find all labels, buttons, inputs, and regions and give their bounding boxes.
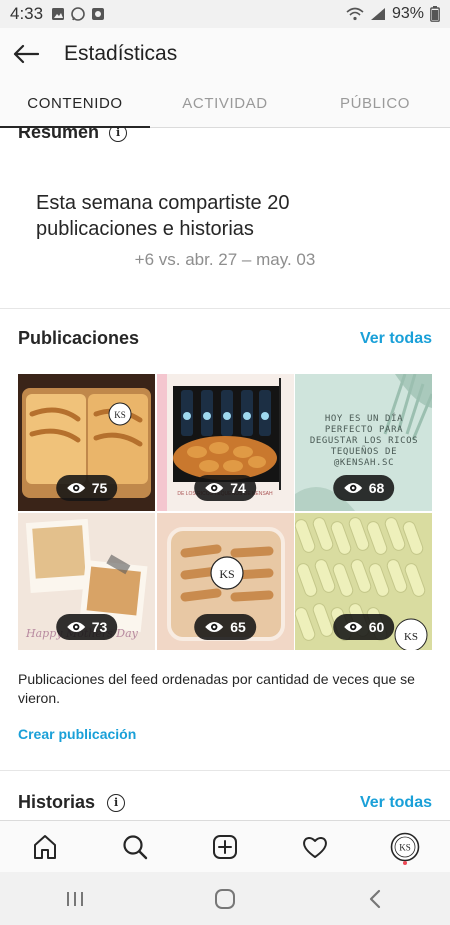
page-title: Estadísticas (64, 42, 178, 65)
views-badge: 73 (55, 614, 118, 640)
publicaciones-title: Publicaciones (18, 328, 140, 348)
divider (0, 770, 450, 771)
notification-dot (403, 860, 407, 865)
app-notification-icon (92, 8, 105, 20)
post-thumbnail[interactable]: HOY ES UN DÍA PERFECTO PARA DEGUSTAR LOS… (295, 374, 432, 511)
eye-icon (343, 483, 362, 493)
back-button[interactable] (0, 28, 52, 80)
views-badge: 68 (332, 475, 395, 501)
eye-icon (66, 622, 85, 632)
status-right: 93% (346, 5, 440, 23)
eye-icon (343, 622, 362, 632)
posts-grid: KS 75 DE LOS RICOS (18, 374, 432, 650)
views-count: 74 (230, 480, 246, 496)
svg-text:KS: KS (219, 567, 234, 581)
app-header: Estadísticas (0, 28, 450, 80)
post-thumbnail[interactable]: DE LOS RICOS TEQUEÑOS DE KENSAH 74 (156, 374, 294, 511)
nav-profile-button[interactable]: KS (385, 827, 425, 867)
post-thumbnail[interactable]: KS 75 (18, 374, 155, 511)
post-thumbnail[interactable]: Happy Mothers Day 73 (18, 513, 155, 650)
recents-icon (67, 891, 83, 906)
views-count: 75 (91, 480, 108, 496)
search-icon (123, 834, 148, 859)
back-icon (369, 889, 381, 908)
summary-comparison: +6 vs. abr. 27 – may. 03 (134, 250, 316, 269)
scroll-content[interactable]: Resumen i Esta semana compartiste 20 pub… (0, 128, 450, 820)
eye-icon (66, 483, 85, 493)
system-back-button[interactable] (345, 879, 405, 919)
views-badge: 75 (55, 475, 118, 501)
heart-icon (303, 836, 327, 858)
post-thumbnail[interactable]: KS 65 (156, 513, 294, 650)
see-all-stories-link[interactable]: Ver todas (360, 794, 432, 812)
post-overlay-text: HOY ES UN DÍA PERFECTO PARA DEGUSTAR LOS… (309, 414, 419, 468)
bottom-nav: KS (0, 820, 450, 872)
views-badge: 74 (194, 475, 256, 501)
post-thumbnail[interactable]: KS 60 (295, 513, 432, 650)
views-count: 68 (368, 480, 385, 496)
battery-percent: 93% (391, 5, 424, 22)
tab-contenido[interactable]: CONTENIDO (0, 80, 150, 128)
nav-new-post-button[interactable] (205, 827, 245, 867)
views-count: 60 (368, 619, 385, 635)
feed-caption: Publicaciones del feed ordenadas por can… (18, 671, 415, 706)
svg-text:KS: KS (404, 631, 418, 643)
historias-header: Historias i Ver todas (18, 792, 432, 813)
home-circle-icon (215, 888, 235, 909)
publicaciones-header: Publicaciones Ver todas (18, 328, 432, 349)
see-all-posts-link[interactable]: Ver todas (360, 330, 432, 348)
battery-icon (430, 6, 440, 22)
gallery-notification-icon (52, 8, 65, 20)
nav-search-button[interactable] (115, 827, 155, 867)
eye-icon (205, 483, 224, 493)
views-badge: 60 (332, 614, 395, 640)
divider (0, 308, 450, 309)
arrow-left-icon (13, 44, 39, 64)
summary-text: Esta semana compartiste 20 publicaciones… (36, 192, 290, 240)
profile-avatar: KS (390, 832, 420, 861)
views-count: 65 (230, 619, 246, 635)
status-time: 4:33 (10, 4, 44, 23)
whatsapp-notification-icon (71, 7, 85, 21)
create-post-link[interactable]: Crear publicación (18, 726, 136, 742)
tab-bar: CONTENIDO ACTIVIDAD PÚBLICO (0, 80, 450, 128)
tab-publico[interactable]: PÚBLICO (300, 80, 450, 127)
resumen-title: Resumen (18, 128, 100, 142)
views-count: 73 (91, 619, 108, 635)
system-nav-bar (0, 872, 450, 925)
new-post-icon (213, 834, 237, 859)
svg-text:KS: KS (399, 842, 411, 852)
tab-actividad[interactable]: ACTIVIDAD (150, 80, 300, 127)
historias-title: Historias (18, 792, 96, 812)
signal-icon (370, 8, 385, 20)
nav-home-button[interactable] (25, 827, 65, 867)
nav-activity-button[interactable] (295, 827, 335, 867)
wifi-icon (346, 7, 364, 21)
eye-icon (205, 622, 224, 632)
info-icon[interactable]: i (109, 128, 128, 142)
views-badge: 65 (194, 614, 256, 640)
home-icon (34, 834, 56, 859)
svg-text:KS: KS (114, 410, 126, 420)
resumen-header: Resumen i (18, 128, 128, 143)
historias-title-group: Historias i (18, 792, 126, 813)
info-icon[interactable]: i (107, 793, 126, 812)
system-home-button[interactable] (195, 879, 255, 919)
recents-button[interactable] (45, 879, 105, 919)
status-bar: 4:33 93% (0, 0, 450, 28)
